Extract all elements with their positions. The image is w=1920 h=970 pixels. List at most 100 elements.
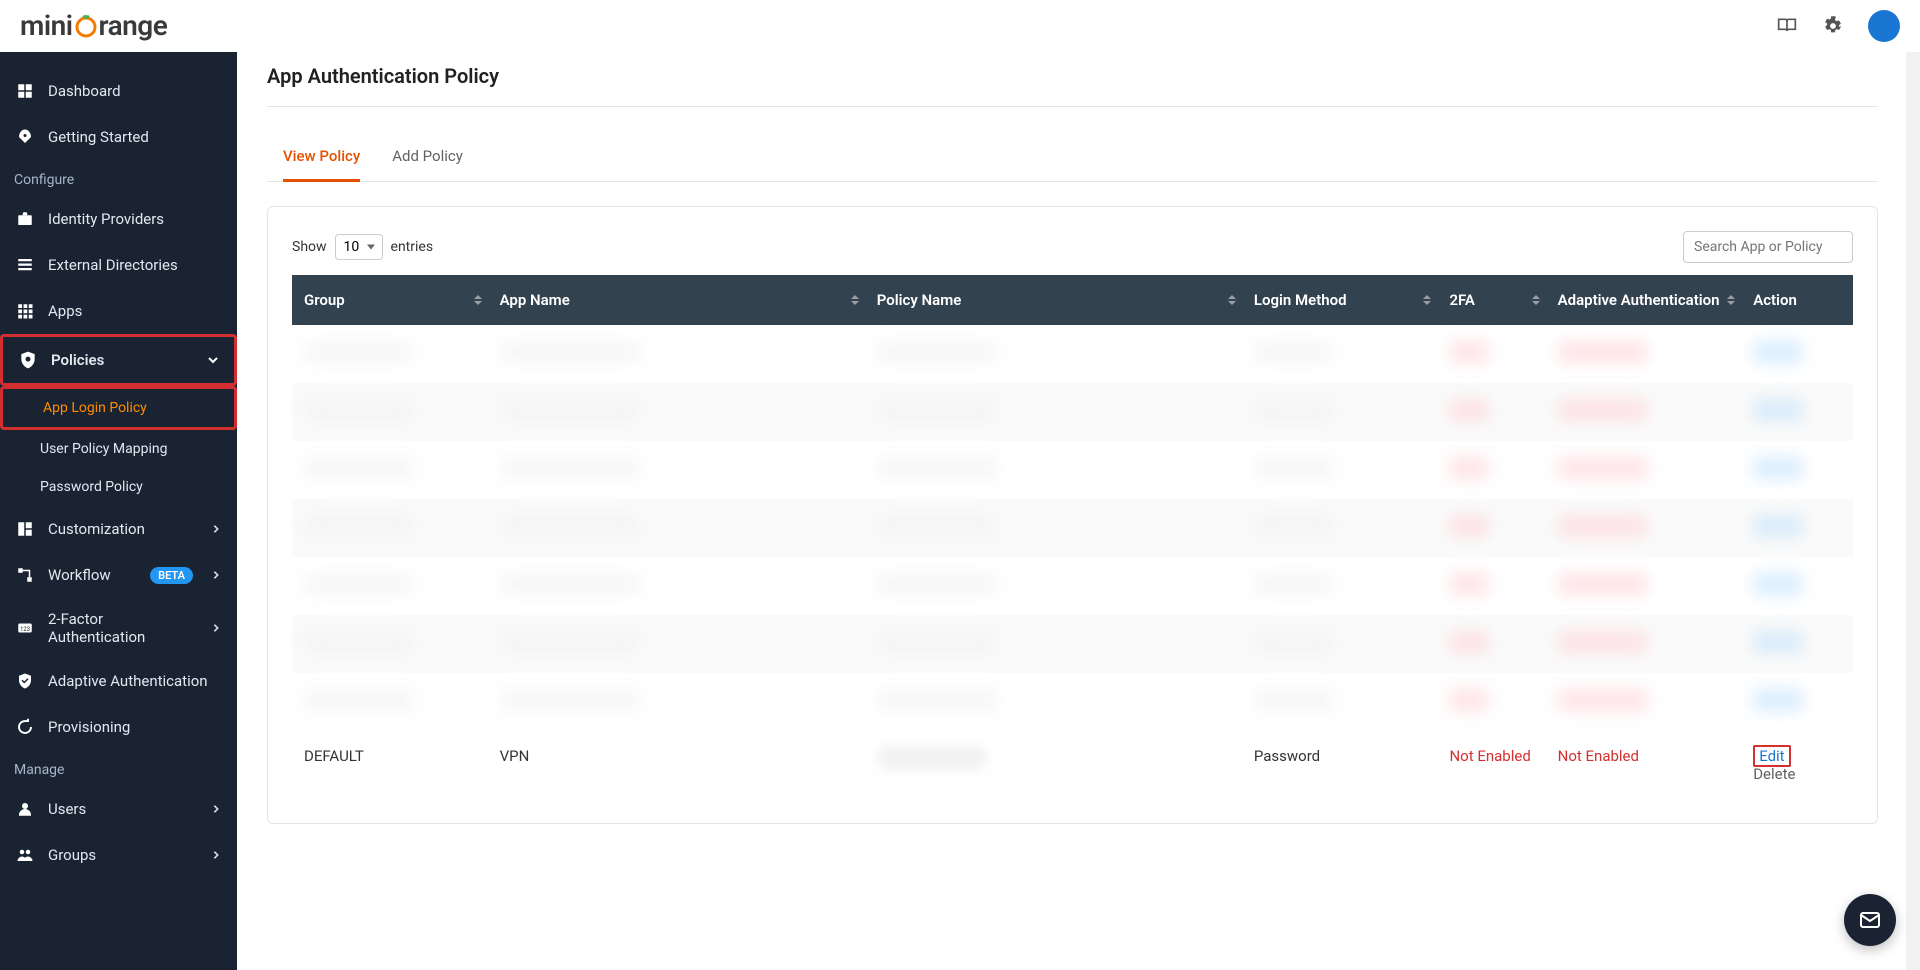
sidebar-item-label: Adaptive Authentication — [48, 672, 223, 690]
col-app-name[interactable]: App Name — [488, 275, 865, 325]
beta-badge: BETA — [150, 567, 193, 584]
dashboard-icon — [14, 80, 36, 102]
sidebar-subitem-app-login-policy[interactable]: App Login Policy — [0, 386, 237, 430]
table-row — [292, 615, 1853, 673]
cell-adaptive: Not Enabled — [1546, 731, 1742, 799]
entries-control: Show 10 entries — [292, 234, 433, 260]
sidebar-item-label: Apps — [48, 302, 223, 320]
sidebar-section-configure: Configure — [0, 160, 237, 196]
sidebar-item-identity-providers[interactable]: Identity Providers — [0, 196, 237, 242]
sidebar-item-groups[interactable]: Groups — [0, 832, 237, 878]
sidebar-item-policies[interactable]: Policies — [0, 334, 237, 386]
sidebar-subitem-label: App Login Policy — [43, 400, 147, 416]
page-title: App Authentication Policy — [267, 64, 1878, 107]
sidebar-item-workflow[interactable]: Workflow BETA — [0, 552, 237, 598]
edit-link[interactable]: Edit — [1753, 745, 1790, 767]
list-icon — [14, 254, 36, 276]
sidebar-subitem-user-policy-mapping[interactable]: User Policy Mapping — [0, 430, 237, 468]
col-2fa[interactable]: 2FA — [1437, 275, 1545, 325]
sidebar-subitem-password-policy[interactable]: Password Policy — [0, 468, 237, 506]
sidebar-item-label: Getting Started — [48, 128, 223, 146]
col-action: Action — [1741, 275, 1853, 325]
sidebar-item-label: 2-Factor Authentication — [48, 610, 197, 646]
entries-suffix: entries — [391, 239, 434, 255]
chevron-right-icon — [209, 848, 223, 862]
sidebar-item-getting-started[interactable]: Getting Started — [0, 114, 237, 160]
sidebar-item-2fa[interactable]: 123 2-Factor Authentication — [0, 598, 237, 658]
sidebar-item-label: Policies — [51, 351, 194, 369]
sidebar-item-label: Workflow — [48, 566, 138, 584]
table-row — [292, 557, 1853, 615]
table-row — [292, 673, 1853, 731]
chat-fab[interactable] — [1844, 894, 1896, 946]
user-avatar[interactable] — [1868, 10, 1900, 42]
people-icon — [14, 844, 36, 866]
sidebar-item-label: Users — [48, 800, 197, 818]
col-adaptive[interactable]: Adaptive Authentication — [1546, 275, 1742, 325]
shield-check-icon — [14, 670, 36, 692]
chevron-right-icon — [209, 802, 223, 816]
table-row — [292, 499, 1853, 557]
sidebar-item-apps[interactable]: Apps — [0, 288, 237, 334]
policy-table: Group App Name Policy Name Login Method … — [292, 275, 1853, 799]
briefcase-icon — [14, 208, 36, 230]
header-actions — [1776, 10, 1900, 42]
sidebar-item-customization[interactable]: Customization — [0, 506, 237, 552]
entries-select[interactable]: 10 — [335, 234, 383, 260]
workflow-icon — [14, 564, 36, 586]
logo-text-post: range — [99, 9, 168, 42]
table-row — [292, 325, 1853, 383]
col-login-method[interactable]: Login Method — [1242, 275, 1438, 325]
app-header: minirange — [0, 0, 1920, 52]
search-input[interactable] — [1683, 231, 1853, 263]
sidebar-item-users[interactable]: Users — [0, 786, 237, 832]
shield-icon — [17, 349, 39, 371]
table-toolbar: Show 10 entries — [292, 231, 1853, 263]
sidebar-item-label: External Directories — [48, 256, 223, 274]
main-content: App Authentication Policy View Policy Ad… — [237, 52, 1920, 970]
sidebar-item-label: Dashboard — [48, 82, 223, 100]
table-row — [292, 383, 1853, 441]
chevron-right-icon — [209, 621, 223, 635]
sidebar-item-label: Identity Providers — [48, 210, 223, 228]
tab-view-policy[interactable]: View Policy — [283, 135, 360, 182]
sidebar-subitem-label: Password Policy — [40, 479, 143, 495]
sidebar-item-label: Provisioning — [48, 718, 223, 736]
chevron-right-icon — [209, 568, 223, 582]
cell-action: Edit Delete — [1741, 731, 1853, 799]
entries-show-label: Show — [292, 239, 327, 255]
gear-icon[interactable] — [1822, 15, 1844, 37]
sidebar-item-dashboard[interactable]: Dashboard — [0, 68, 237, 114]
col-policy-name[interactable]: Policy Name — [865, 275, 1242, 325]
sync-icon — [14, 716, 36, 738]
delete-link[interactable]: Delete — [1753, 765, 1795, 783]
sidebar-subitem-label: User Policy Mapping — [40, 441, 167, 457]
table-row: DEFAULT VPN Password Not Enabled Not Ena… — [292, 731, 1853, 799]
sidebar-item-label: Groups — [48, 846, 197, 864]
brand-logo: minirange — [20, 9, 167, 42]
sidebar-item-external-directories[interactable]: External Directories — [0, 242, 237, 288]
vertical-scrollbar[interactable] — [1906, 52, 1920, 970]
mail-icon — [1858, 908, 1882, 932]
cell-2fa: Not Enabled — [1437, 731, 1545, 799]
sidebar-item-adaptive-auth[interactable]: Adaptive Authentication — [0, 658, 237, 704]
user-icon — [14, 798, 36, 820]
layout-icon — [14, 518, 36, 540]
chevron-down-icon — [206, 353, 220, 367]
tab-add-policy[interactable]: Add Policy — [392, 135, 463, 181]
key-icon: 123 — [14, 617, 36, 639]
sidebar: Dashboard Getting Started Configure Iden… — [0, 52, 237, 970]
policy-tabs: View Policy Add Policy — [267, 135, 1878, 182]
cell-app-name: VPN — [488, 731, 865, 799]
col-group[interactable]: Group — [292, 275, 488, 325]
cell-login-method: Password — [1242, 731, 1438, 799]
rocket-icon — [14, 126, 36, 148]
cell-group: DEFAULT — [292, 731, 488, 799]
policy-table-card: Show 10 entries Group App Name Po — [267, 206, 1878, 824]
sidebar-item-label: Customization — [48, 520, 197, 538]
docs-icon[interactable] — [1776, 15, 1798, 37]
logo-orange-icon — [73, 13, 99, 39]
sidebar-item-provisioning[interactable]: Provisioning — [0, 704, 237, 750]
sidebar-section-manage: Manage — [0, 750, 237, 786]
table-row — [292, 441, 1853, 499]
